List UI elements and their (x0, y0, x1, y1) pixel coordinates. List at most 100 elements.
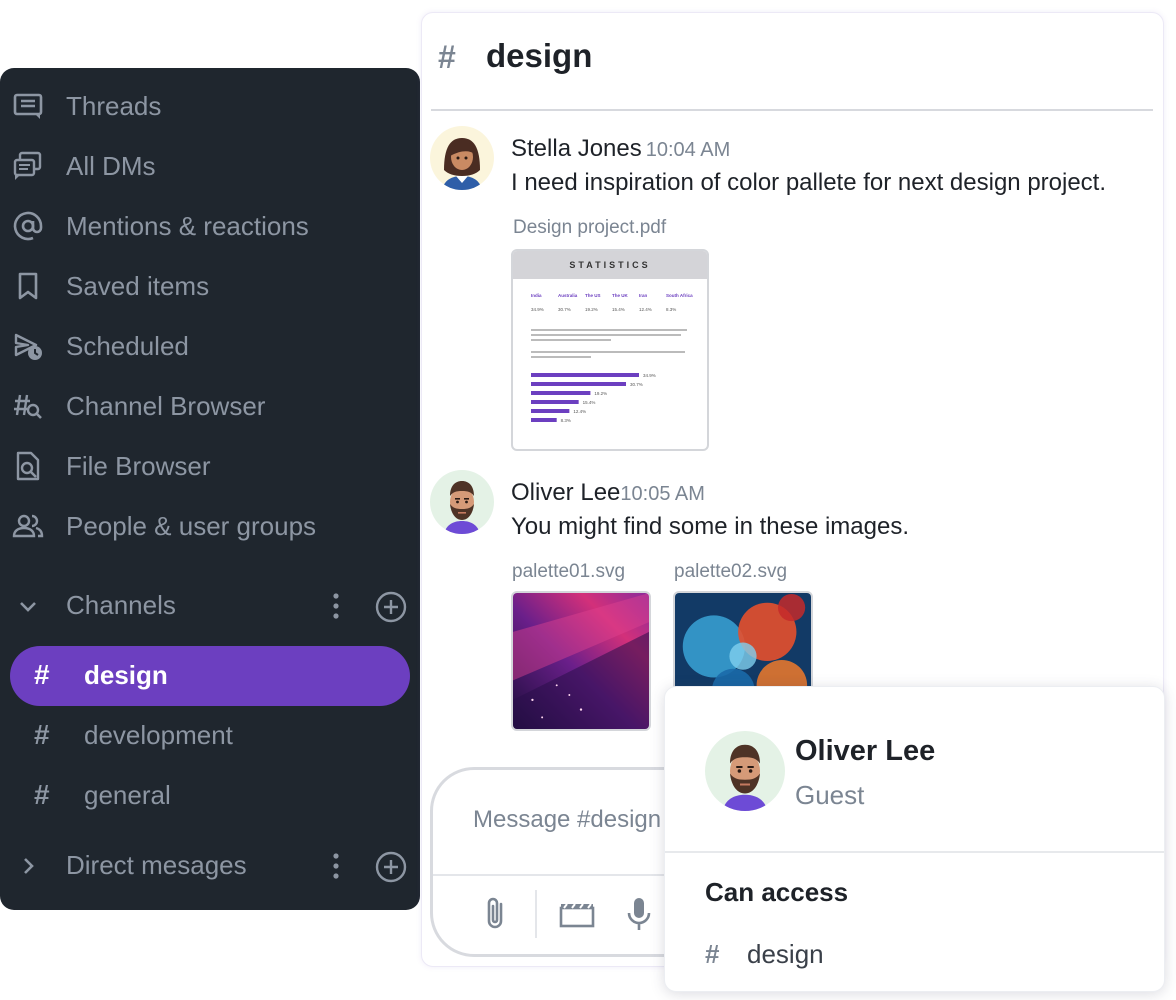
message-time: 10:05 AM (620, 483, 705, 505)
nav-mentions[interactable]: Mentions & reactions (0, 198, 420, 254)
more-vertical-icon[interactable] (322, 850, 350, 882)
pdf-bar (531, 418, 557, 422)
bookmark-icon (12, 270, 44, 302)
pdf-bar (531, 373, 639, 377)
message-time: 10:04 AM (645, 139, 731, 161)
pdf-col-header: The US (585, 293, 601, 298)
nav-label: All DMs (66, 150, 156, 181)
profile-name: Oliver Lee (795, 735, 936, 767)
nav-label: Threads (66, 90, 162, 121)
nav-channel-browser[interactable]: Channel Browser (0, 378, 420, 434)
sender-name: Stella Jones (511, 135, 642, 162)
nav-threads[interactable]: Threads (0, 78, 420, 134)
nav-scheduled[interactable]: Scheduled (0, 318, 420, 374)
message-text: You might find some in these images. (511, 513, 910, 540)
add-channel-icon[interactable] (374, 590, 408, 624)
at-icon (12, 210, 44, 242)
attach-icon[interactable] (475, 894, 515, 934)
user-profile-popup: Oliver Lee Guest Can access # design (664, 686, 1165, 992)
direct-messages-title: Direct mesages (66, 850, 247, 880)
pdf-bar-chart: 34.9%30.7% 19.2% 15.4% 12.4%8.3% (531, 373, 656, 423)
attachment-filename: palette02.svg (674, 561, 788, 582)
profile-role: Guest (795, 780, 865, 810)
pdf-text-lines (531, 329, 687, 358)
pdf-attachment-preview[interactable]: STATISTICS India 34.9% Australia 30.7% The U… (511, 249, 709, 451)
nav-label: Channel Browser (66, 390, 266, 421)
channel-item-general[interactable]: # general (10, 766, 410, 826)
nav-label: File Browser (66, 450, 211, 481)
access-channel-link[interactable]: design (747, 939, 824, 970)
add-dm-icon[interactable] (374, 850, 408, 884)
nav-people[interactable]: People & user groups (0, 498, 420, 554)
pdf-bar-label: 34.9% (643, 373, 656, 378)
pdf-bar (531, 409, 570, 413)
channels-title: Channels (66, 590, 176, 620)
pdf-bar-label: 8.3% (561, 418, 571, 423)
nav-label: Scheduled (66, 330, 189, 361)
popup-divider (665, 851, 1164, 853)
chevron-right-icon[interactable] (14, 852, 42, 880)
hash-icon: # (705, 939, 720, 969)
microphone-icon[interactable] (619, 894, 659, 934)
video-icon[interactable] (557, 894, 597, 934)
nav-file-browser[interactable]: File Browser (0, 438, 420, 494)
pdf-bar-label: 12.4% (573, 409, 586, 414)
message-text: I need inspiration of color pallete for … (511, 169, 1107, 196)
pdf-col-header: Australia (558, 293, 578, 298)
nav-label: People & user groups (66, 510, 317, 541)
pdf-cell-value: 8.3% (666, 307, 677, 312)
message-sender[interactable]: Stella Jones 10:04 AM (511, 135, 730, 163)
access-heading: Can access (705, 877, 849, 907)
avatar-oliver-lee[interactable] (430, 470, 494, 534)
nav-saved[interactable]: Saved items (0, 258, 420, 314)
sender-name: Oliver Lee (511, 479, 621, 506)
pdf-cell-value: 34.9% (531, 307, 544, 312)
channel-search-icon (12, 390, 44, 422)
pdf-heading: STATISTICS (513, 251, 707, 279)
message-sender[interactable]: Oliver Lee10:05 AM (511, 479, 705, 507)
file-search-icon (12, 450, 44, 482)
hash-icon: # (34, 719, 50, 750)
pdf-bar (531, 400, 579, 404)
nav-all-dms[interactable]: All DMs (0, 138, 420, 194)
attachment-filename: palette01.svg (512, 561, 626, 582)
scheduled-send-icon (12, 330, 44, 362)
toolbar-separator (535, 890, 537, 938)
hash-icon: # (438, 39, 456, 75)
channel-name: general (84, 780, 171, 810)
channel-name: design (84, 660, 168, 690)
pdf-col-header: India (531, 293, 542, 298)
pdf-bar-label: 15.4% (583, 400, 596, 405)
header-divider (431, 109, 1153, 111)
pdf-cell-value: 12.4% (639, 307, 652, 312)
pdf-bar (531, 382, 627, 386)
pdf-cell-value: 30.7% (558, 307, 571, 312)
channel-title: design (486, 37, 593, 74)
hash-icon: # (34, 779, 50, 810)
pdf-col-header: The UK (612, 293, 628, 298)
dms-icon (12, 150, 44, 182)
people-icon (12, 510, 44, 542)
pdf-bar-label: 30.7% (630, 382, 643, 387)
threads-icon (12, 90, 44, 122)
sidebar: Threads All DMs Mentions & reactions Sav… (0, 68, 420, 910)
avatar-stella-jones[interactable] (430, 126, 494, 190)
pdf-col-header: Iran (639, 293, 648, 298)
pdf-cell-value: 15.4% (612, 307, 625, 312)
nav-label: Mentions & reactions (66, 210, 309, 241)
pdf-bar (531, 391, 591, 395)
direct-messages-section-header[interactable]: Direct mesages (0, 838, 420, 894)
hash-icon: # (34, 659, 50, 690)
more-vertical-icon[interactable] (322, 590, 350, 622)
channel-item-design[interactable]: # design (10, 646, 410, 706)
attachment-filename: Design project.pdf (513, 217, 667, 238)
channel-name: development (84, 720, 233, 750)
channel-item-development[interactable]: # development (10, 706, 410, 766)
popup-avatar (705, 731, 785, 811)
image-attachment-palette01[interactable] (511, 591, 651, 731)
channels-section-header[interactable]: Channels (0, 578, 420, 634)
pdf-col-header: South Africa (666, 293, 693, 298)
chevron-down-icon[interactable] (14, 592, 42, 620)
nav-label: Saved items (66, 270, 210, 301)
pdf-cell-value: 19.2% (585, 307, 598, 312)
